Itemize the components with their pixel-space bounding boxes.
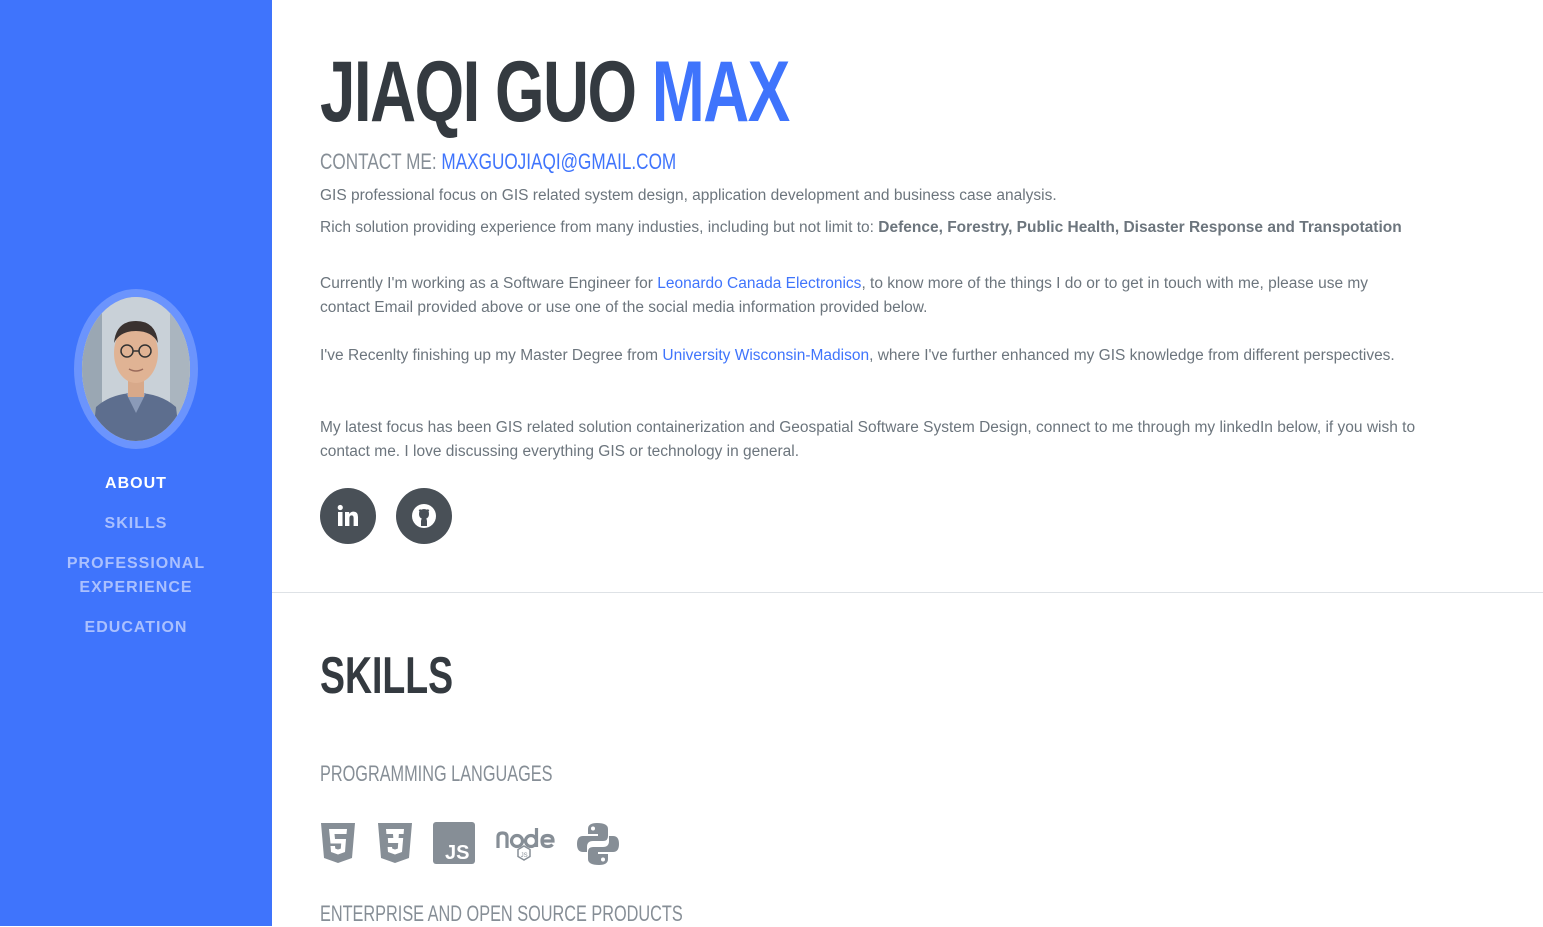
nav-item-skills[interactable]: Skills	[46, 512, 226, 536]
linkedin-button[interactable]	[320, 488, 376, 544]
sidebar-nav: About Skills Professional Experience Edu…	[0, 472, 272, 656]
contact-label: CONTACT ME:	[320, 149, 437, 174]
github-button[interactable]	[396, 488, 452, 544]
last-name: MAX	[651, 44, 790, 140]
employer-link[interactable]: Leonardo Canada Electronics	[657, 275, 861, 292]
html5-icon	[320, 822, 356, 869]
github-icon	[412, 504, 436, 528]
current-job-text: Currently I'm working as a Software Engi…	[320, 275, 658, 292]
svg-text:JS: JS	[445, 842, 469, 864]
main-content: JIAQI GUO MAX CONTACT ME: MAXGUOJIAQI@GM…	[272, 0, 1543, 926]
focus-paragraph: My latest focus has been GIS related sol…	[320, 419, 1416, 460]
page-title: JIAQI GUO MAX	[320, 44, 790, 140]
programming-languages-heading: Programming Languages	[320, 761, 553, 786]
python-icon	[576, 822, 620, 871]
nav-item-education[interactable]: Education	[46, 616, 226, 640]
avatar	[82, 297, 190, 441]
current-job-paragraph: Currently I'm working as a Software Engi…	[320, 272, 1420, 320]
skills-title: SKILLS	[320, 647, 454, 705]
university-link[interactable]: University Wisconsin-Madison	[662, 347, 869, 364]
education-text-end: , where I've further enhanced my GIS kno…	[869, 347, 1395, 364]
nav-item-about[interactable]: About	[46, 472, 226, 496]
linkedin-icon	[337, 504, 358, 526]
enterprise-products-heading: Enterprise and Open Source Products	[320, 901, 683, 926]
js-icon: JS	[433, 822, 475, 869]
education-text: I've Recenlty finishing up my Master Deg…	[320, 347, 663, 364]
svg-text:JS: JS	[521, 853, 528, 859]
sidebar: About Skills Professional Experience Edu…	[0, 0, 272, 926]
nav-item-professional-experience[interactable]: Professional Experience	[46, 552, 226, 600]
nodejs-icon: JS	[494, 822, 556, 869]
css3-icon	[377, 822, 413, 869]
education-paragraph: I've Recenlty finishing up my Master Deg…	[320, 344, 1420, 368]
intro-paragraph: GIS professional focus on GIS related sy…	[320, 187, 1057, 204]
first-name: JIAQI GUO	[320, 44, 637, 140]
section-divider	[272, 592, 1543, 593]
contact-line: CONTACT ME: MAXGUOJIAQI@GMAIL.COM	[320, 149, 676, 175]
industries-paragraph: Rich solution providing experience from …	[320, 216, 1420, 240]
industries-text: Rich solution providing experience from …	[320, 219, 879, 236]
email-link[interactable]: MAXGUOJIAQI@GMAIL.COM	[441, 149, 676, 174]
industries-list: Defence, Forestry, Public Health, Disast…	[878, 219, 1402, 236]
